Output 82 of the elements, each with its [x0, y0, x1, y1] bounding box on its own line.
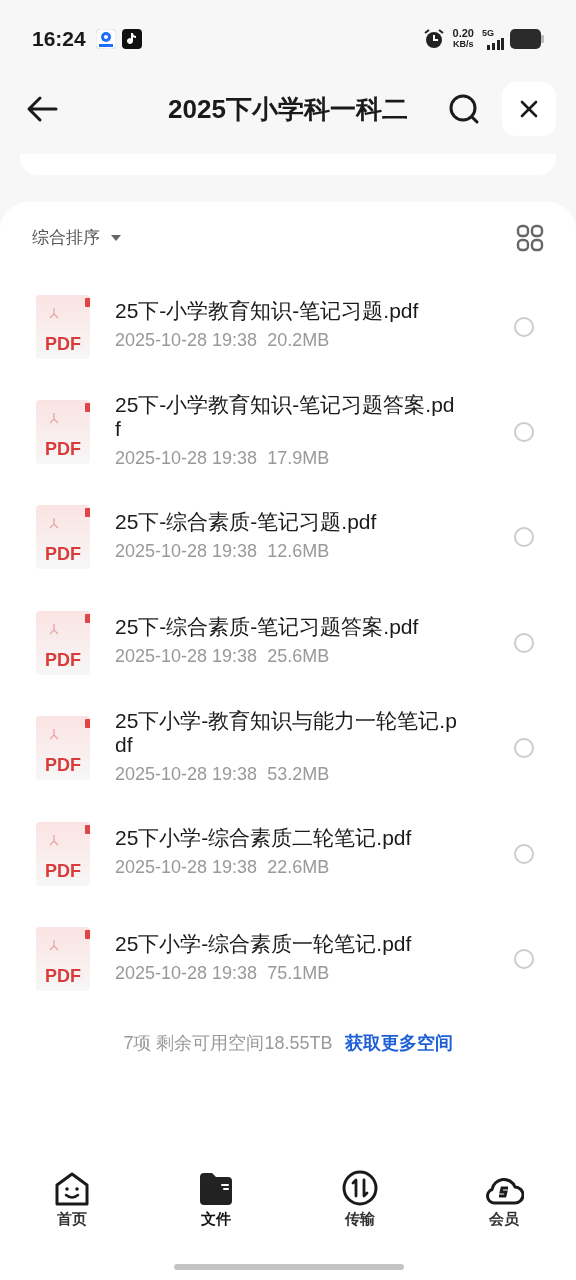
folder-icon	[198, 1171, 234, 1206]
close-icon	[520, 100, 538, 118]
smiling-house-icon	[54, 1171, 90, 1206]
more-space-link[interactable]: 获取更多空间	[344, 1029, 453, 1057]
pdf-label: PDF	[45, 334, 81, 353]
file-date: 2025-10-28 19:38	[115, 856, 258, 880]
acrobat-icon	[48, 306, 60, 319]
status-time: 16:24	[32, 26, 86, 53]
acrobat-icon	[48, 939, 60, 952]
app-icon	[95, 29, 116, 49]
corner-tab	[85, 824, 90, 834]
caret-icon	[110, 234, 122, 242]
select-checkbox[interactable]	[514, 738, 534, 759]
back-arrow-icon[interactable]	[26, 95, 58, 123]
file-date: 2025-10-28 19:38	[115, 329, 258, 353]
close-button[interactable]	[502, 82, 556, 136]
battery-icon	[510, 29, 544, 49]
file-size: 25.6MB	[267, 645, 330, 669]
corner-tab	[85, 403, 90, 413]
file-date: 2025-10-28 19:38	[115, 961, 258, 985]
file-row[interactable]: PDF 25下-综合素质-笔记习题答案.pdf 2025-10-28 19:38 25.6MB	[0, 590, 576, 696]
file-name: 25下-综合素质-笔记习题答案.pdf	[115, 615, 420, 640]
file-row[interactable]: PDF 25下小学-综合素质一轮笔记.pdf 2025-10-28 19:38 75.1MB	[0, 906, 576, 1012]
select-checkbox[interactable]	[514, 422, 534, 443]
net-unit: KB/s	[453, 39, 474, 50]
music-note-icon	[121, 29, 142, 49]
corner-tab	[85, 719, 90, 729]
file-row[interactable]: PDF 25下-小学教育知识-笔记习题.pdf 2025-10-28 19:38 20.2MB	[0, 274, 576, 380]
select-checkbox[interactable]	[514, 843, 534, 864]
pdf-label: PDF	[45, 650, 81, 669]
file-size: 20.2MB	[267, 329, 330, 353]
page-title: 2025下小学科一科二	[168, 92, 408, 126]
acrobat-icon	[48, 622, 60, 635]
file-name: 25下-小学教育知识-笔记习题.pdf	[115, 299, 420, 324]
pdf-label: PDF	[45, 967, 81, 986]
file-name: 25下小学-教育知识与能力一轮笔记.pdf	[115, 708, 458, 757]
select-checkbox[interactable]	[514, 316, 534, 337]
file-name: 25下-小学教育知识-笔记习题答案.pdf	[115, 392, 456, 441]
file-size: 17.9MB	[267, 446, 330, 470]
file-date: 2025-10-28 19:38	[115, 645, 258, 669]
file-size: 12.6MB	[267, 539, 330, 563]
transfer-arrows-icon	[342, 1169, 378, 1206]
file-date: 2025-10-28 19:38	[115, 446, 258, 470]
file-row[interactable]: PDF 25下小学-综合素质二轮笔记.pdf 2025-10-28 19:38 22.6MB	[0, 800, 576, 907]
file-row[interactable]: PDF 25下小学-教育知识与能力一轮笔记.pdf 2025-10-28 19:38 53.2MB	[0, 695, 576, 801]
file-row[interactable]: PDF 25下-小学教育知识-笔记习题答案.pdf 2025-10-28 19:38 17.9MB	[0, 379, 576, 485]
pdf-label: PDF	[45, 756, 81, 775]
corner-tab	[85, 930, 90, 940]
storage-summary: 7项 剩余可用空间18.55TB	[123, 1031, 333, 1055]
search-icon[interactable]	[448, 93, 480, 125]
file-size: 53.2MB	[267, 762, 330, 786]
file-size: 22.6MB	[267, 856, 330, 880]
file-name: 25下小学-综合素质一轮笔记.pdf	[115, 931, 413, 956]
select-checkbox[interactable]	[514, 949, 534, 970]
grid-view-icon[interactable]	[516, 224, 544, 252]
nav-tab[interactable]: 文件	[144, 1160, 288, 1230]
select-checkbox[interactable]	[514, 527, 534, 548]
nav-tab[interactable]: 传输	[288, 1160, 432, 1230]
net-speed: 0.20	[452, 28, 474, 39]
pdf-label: PDF	[45, 440, 81, 459]
corner-tab	[85, 613, 90, 623]
corner-tab	[85, 297, 90, 307]
select-checkbox[interactable]	[514, 632, 534, 653]
pdf-label: PDF	[45, 545, 81, 564]
nav-tab[interactable]: 会员	[432, 1160, 576, 1230]
file-size: 75.1MB	[267, 961, 330, 985]
pdf-label: PDF	[45, 861, 81, 880]
acrobat-icon	[48, 412, 60, 425]
alarm-icon	[422, 28, 445, 50]
file-date: 2025-10-28 19:38	[115, 762, 258, 786]
corner-tab	[85, 508, 90, 518]
file-date: 2025-10-28 19:38	[115, 539, 258, 563]
sort-dropdown[interactable]: 综合排序	[32, 225, 122, 251]
acrobat-icon	[48, 833, 60, 846]
nav-tab[interactable]: 首页	[0, 1160, 144, 1230]
home-indicator[interactable]	[174, 1264, 404, 1270]
file-name: 25下小学-综合素质二轮笔记.pdf	[115, 826, 413, 851]
network-label: 5G	[482, 28, 495, 38]
file-row[interactable]: PDF 25下-综合素质-笔记习题.pdf 2025-10-28 19:38 12.6MB	[0, 484, 576, 591]
acrobat-icon	[48, 728, 60, 741]
file-name: 25下-综合素质-笔记习题.pdf	[115, 509, 378, 534]
acrobat-icon	[48, 517, 60, 530]
